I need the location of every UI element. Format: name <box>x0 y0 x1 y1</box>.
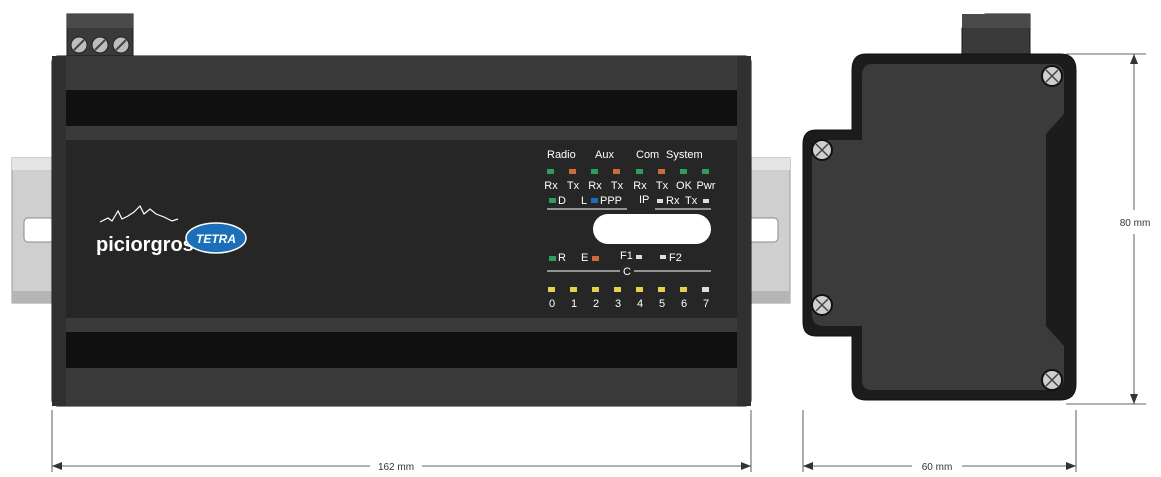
led-f1 <box>636 255 642 259</box>
label-e: E <box>581 252 588 264</box>
group-label-radio: Radio <box>547 149 576 161</box>
screw-icon <box>1041 65 1063 87</box>
dimension-width-front: 162 mm <box>378 462 414 472</box>
channel-label-6: 6 <box>681 298 687 310</box>
led-aux-rx <box>591 169 598 174</box>
led-channel-5 <box>658 287 665 292</box>
led-label-aux-rx: Rx <box>588 180 602 192</box>
channel-label-3: 3 <box>615 298 621 310</box>
screw-icon <box>1041 369 1063 391</box>
led-ip-tx <box>703 199 709 203</box>
led-radio-tx <box>569 169 576 174</box>
led-channel-3 <box>614 287 621 292</box>
led-system-ok <box>680 169 687 174</box>
led-radio-rx <box>547 169 554 174</box>
led-r <box>549 256 556 261</box>
channel-label-0: 0 <box>549 298 555 310</box>
group-label-aux: Aux <box>595 149 614 161</box>
diagram-canvas: piciorgros TETRA Radio Aux Com System Rx… <box>11 13 1151 473</box>
led-e <box>592 256 599 261</box>
led-label-radio-rx: Rx <box>544 180 558 192</box>
led-label-system-pwr: Pwr <box>697 180 716 192</box>
led-label-com-rx: Rx <box>633 180 647 192</box>
side-housing-face <box>812 64 1064 390</box>
label-c: C <box>623 266 631 278</box>
led-aux-tx <box>613 169 620 174</box>
dimension-width-side: 60 mm <box>922 462 953 472</box>
led-label-system-ok: OK <box>676 180 693 192</box>
led-d <box>549 198 556 203</box>
led-com-tx <box>658 169 665 174</box>
led-channel-2 <box>592 287 599 292</box>
group-label-system: System <box>666 149 703 161</box>
label-ppp: PPP <box>600 195 622 207</box>
channel-label-4: 4 <box>637 298 643 310</box>
terminal-block <box>66 13 134 59</box>
group-label-com: Com <box>636 149 659 161</box>
led-system-pwr <box>702 169 709 174</box>
label-l: L <box>581 195 587 207</box>
channel-label-5: 5 <box>659 298 665 310</box>
led-channel-1 <box>570 287 577 292</box>
led-channel-7 <box>702 287 709 292</box>
rail-slot-left <box>23 217 55 243</box>
led-label-radio-tx: Tx <box>567 180 580 192</box>
display-window <box>593 214 711 244</box>
front-view: piciorgros TETRA Radio Aux Com System Rx… <box>11 13 791 407</box>
label-f2: F2 <box>669 252 682 264</box>
brand-name: piciorgros <box>96 234 194 256</box>
label-r: R <box>558 252 566 264</box>
led-ppp <box>591 198 598 203</box>
screw-icon <box>811 294 833 316</box>
device-diagram: piciorgros TETRA Radio Aux Com System Rx… <box>0 0 1161 473</box>
led-channel-0 <box>548 287 555 292</box>
channel-label-1: 1 <box>571 298 577 310</box>
tetra-logo-text: TETRA <box>196 232 236 246</box>
label-d: D <box>558 195 566 207</box>
channel-label-7: 7 <box>703 298 709 310</box>
led-label-com-tx: Tx <box>656 180 669 192</box>
dimension-height-side: 80 mm <box>1120 218 1151 229</box>
rail-slot-right <box>747 217 779 243</box>
led-com-rx <box>636 169 643 174</box>
channel-label-2: 2 <box>593 298 599 310</box>
screw-icon <box>811 139 833 161</box>
side-view <box>802 13 1077 401</box>
led-ip-rx <box>657 199 663 203</box>
led-f2 <box>660 255 666 259</box>
label-f1: F1 <box>620 250 633 262</box>
label-ip: IP <box>639 194 649 206</box>
led-channel-6 <box>680 287 687 292</box>
label-ip-rx: Rx <box>666 195 680 207</box>
label-ip-tx: Tx <box>685 195 698 207</box>
led-channel-4 <box>636 287 643 292</box>
led-label-aux-tx: Tx <box>611 180 624 192</box>
